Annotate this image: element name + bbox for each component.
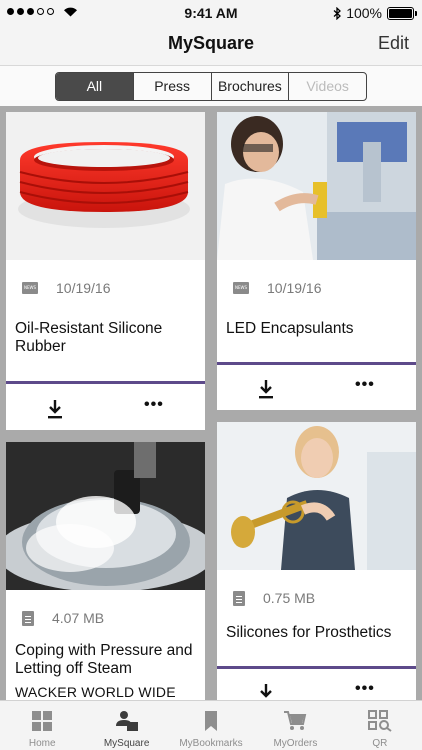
content-card[interactable]: 4.07 MB Coping with Pressure and Letting…: [6, 442, 205, 700]
grid-icon: [32, 711, 53, 731]
card-date: 10/19/16: [267, 280, 322, 296]
download-icon[interactable]: [258, 379, 274, 399]
download-icon[interactable]: [47, 399, 63, 419]
more-icon[interactable]: •••: [355, 376, 375, 394]
document-icon: [22, 610, 34, 626]
card-image-steam[interactable]: [6, 442, 205, 590]
tab-label: MyOrders: [273, 738, 318, 749]
page-title: MySquare: [167, 33, 255, 53]
card-filesize: 0.75 MB: [263, 590, 316, 606]
news-icon: NEWS: [233, 282, 249, 294]
card-image-red-ring[interactable]: [6, 112, 205, 260]
battery-percent: 100%: [346, 5, 382, 21]
card-filesize: 4.07 MB: [52, 610, 105, 626]
segmented-control: All Press Brochures Videos: [55, 72, 367, 101]
card-image-trumpet[interactable]: [217, 422, 416, 570]
tab-mybookmarks[interactable]: MyBookmarks: [169, 701, 253, 750]
bluetooth-icon: [333, 6, 342, 20]
card-title[interactable]: LED Encapsulants: [226, 320, 408, 338]
person-square-icon: [115, 711, 138, 731]
document-icon: [233, 590, 245, 606]
card-accent-bar: [6, 381, 205, 384]
card-actions: •••: [217, 670, 416, 700]
tab-home[interactable]: Home: [0, 701, 84, 750]
more-icon[interactable]: •••: [144, 396, 164, 414]
filter-videos: Videos: [306, 78, 349, 94]
battery-icon: [387, 6, 417, 20]
tab-qr[interactable]: QR: [338, 701, 422, 750]
download-icon[interactable]: [258, 683, 274, 700]
card-date: 10/19/16: [56, 280, 111, 296]
filter-all[interactable]: All: [56, 73, 134, 100]
filter-brochures[interactable]: Brochures: [212, 73, 290, 100]
tab-label: MySquare: [103, 738, 150, 749]
card-title[interactable]: Oil-Resistant Silicone Rubber: [15, 320, 197, 356]
card-subtitle: WACKER WORLD WIDE: [15, 684, 176, 700]
card-accent-bar: [217, 362, 416, 365]
tab-label: Home: [28, 738, 56, 749]
edit-button[interactable]: Edit: [378, 33, 409, 54]
card-actions: •••: [6, 386, 205, 430]
tab-label: MyBookmarks: [179, 738, 243, 749]
content-card[interactable]: NEWS 10/19/16 LED Encapsulants •••: [217, 112, 416, 410]
tab-label: QR: [372, 738, 388, 749]
card-image-lab[interactable]: [217, 112, 416, 260]
filter-press[interactable]: Press: [134, 73, 212, 100]
card-title[interactable]: Silicones for Prosthetics: [226, 624, 408, 642]
content-card[interactable]: NEWS 10/19/16 Oil-Resistant Silicone Rub…: [6, 112, 205, 430]
cart-icon: [284, 711, 307, 730]
content-grid[interactable]: NEWS 10/19/16 Oil-Resistant Silicone Rub…: [0, 106, 422, 700]
card-accent-bar: [217, 666, 416, 669]
tab-mysquare[interactable]: MySquare: [84, 701, 168, 750]
status-bar: 9:41 AM 100%: [0, 0, 422, 26]
card-title[interactable]: Coping with Pressure and Letting off Ste…: [15, 642, 197, 678]
bookmark-icon: [205, 711, 218, 731]
news-icon: NEWS: [22, 282, 38, 294]
navigation-bar: MySquare Edit: [0, 26, 422, 66]
more-icon[interactable]: •••: [355, 680, 375, 698]
qr-icon: [367, 710, 392, 732]
tab-bar: Home MySquare MyBookmarks MyOrders QR: [0, 700, 422, 750]
card-actions: •••: [217, 366, 416, 410]
filter-bar: All Press Brochures Videos: [0, 66, 422, 106]
tab-myorders[interactable]: MyOrders: [253, 701, 337, 750]
content-card[interactable]: 0.75 MB Silicones for Prosthetics •••: [217, 422, 416, 700]
